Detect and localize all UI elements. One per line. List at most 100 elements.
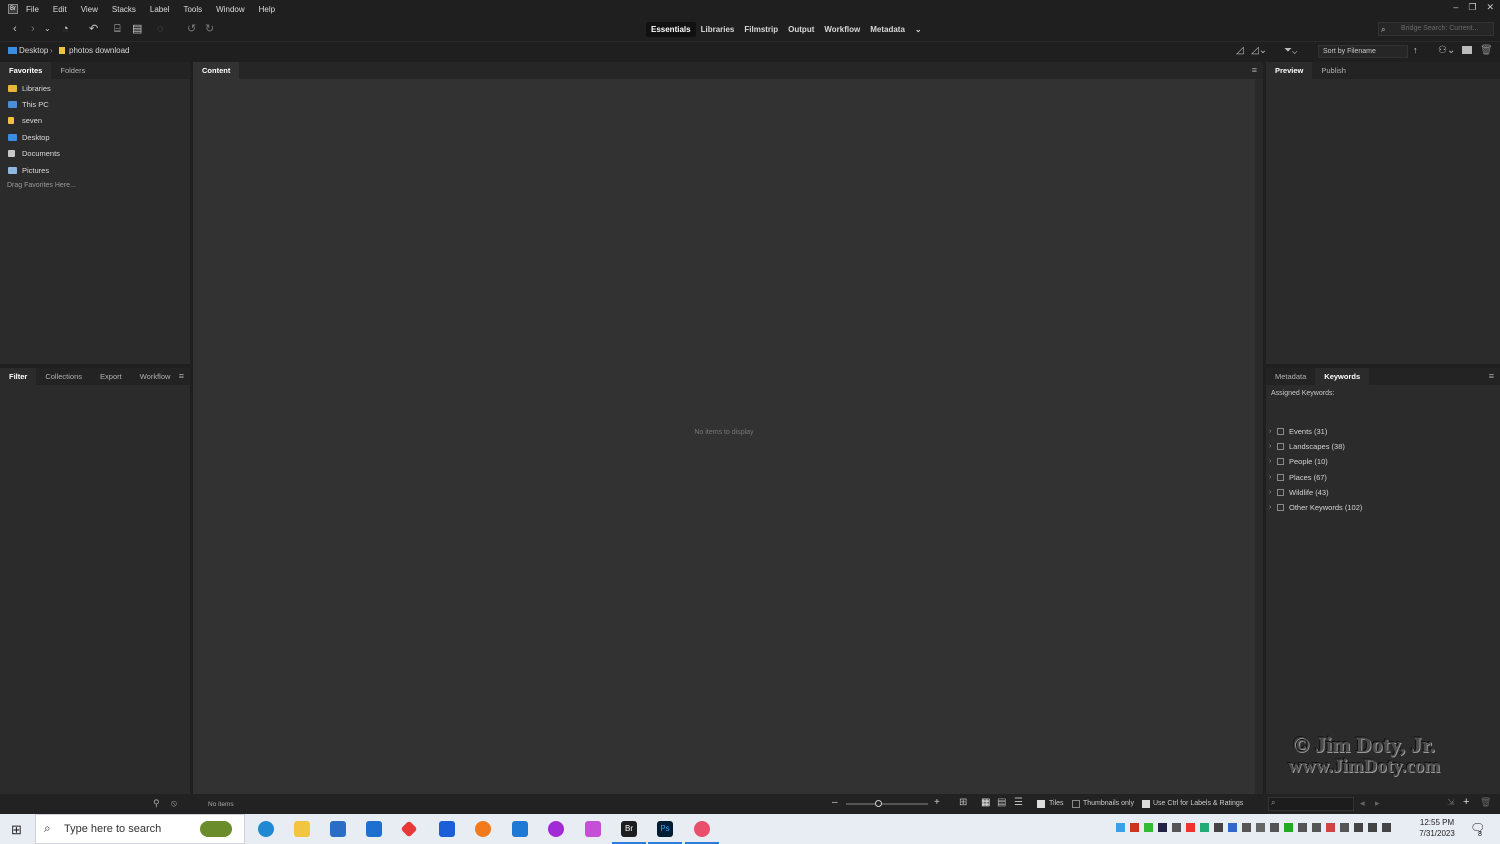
keyword-places[interactable]: › Places (67) [1266, 470, 1500, 485]
mail-icon[interactable] [366, 821, 382, 837]
close-icon[interactable]: ✕ [1486, 2, 1494, 13]
tab-filter[interactable]: Filter [0, 368, 37, 385]
taskbar-clock[interactable]: 12:55 PM 7/31/2023 [1412, 817, 1462, 839]
favorite-libraries[interactable]: Libraries [0, 80, 190, 96]
workspace-metadata[interactable]: Metadata [865, 22, 910, 37]
tray-icon[interactable] [1200, 823, 1209, 832]
tiles-checkbox[interactable] [1037, 800, 1045, 808]
slider-handle[interactable] [875, 800, 882, 807]
app-diamond-icon[interactable] [400, 820, 418, 838]
tray-icon[interactable] [1270, 823, 1279, 832]
keyword-checkbox[interactable] [1277, 488, 1284, 496]
tray-icon[interactable] [1172, 823, 1181, 832]
menu-view[interactable]: View [81, 5, 98, 14]
tab-content[interactable]: Content [193, 62, 240, 79]
tab-folders[interactable]: Folders [51, 62, 94, 79]
sort-ascending-icon[interactable]: ↑ [1413, 45, 1418, 55]
tray-icon[interactable] [1130, 823, 1139, 832]
menu-stacks[interactable]: Stacks [112, 5, 136, 14]
app-qq-icon[interactable] [548, 821, 564, 837]
tray-icon[interactable] [1340, 823, 1349, 832]
details-view-icon[interactable]: ▤ [997, 797, 1006, 808]
app-flame-icon[interactable] [694, 821, 710, 837]
tray-icon[interactable] [1312, 823, 1321, 832]
menu-label[interactable]: Label [150, 5, 170, 14]
grid-view-icon[interactable]: ⊞ [959, 797, 967, 808]
tab-collections[interactable]: Collections [36, 368, 91, 385]
workspace-workflow[interactable]: Workflow [819, 22, 865, 37]
boomerang-icon[interactable]: ↶ [89, 23, 98, 35]
delete-keyword-icon[interactable]: 🗑 [1480, 797, 1491, 808]
zoom-out-icon[interactable]: – [832, 797, 838, 808]
quality-filter-icon[interactable]: ◿⌄ [1251, 45, 1267, 56]
pin-icon[interactable]: ⚲ [153, 798, 160, 809]
tray-icon[interactable] [1186, 823, 1195, 832]
file-explorer-icon[interactable] [294, 821, 310, 837]
menu-edit[interactable]: Edit [53, 5, 67, 14]
previous-icon[interactable]: ◂ [1360, 798, 1365, 809]
menu-tools[interactable]: Tools [183, 5, 202, 14]
app-s-icon[interactable] [512, 821, 528, 837]
camera-download-icon[interactable]: ⌸ [114, 23, 121, 35]
next-icon[interactable]: ▸ [1375, 798, 1380, 809]
keyword-checkbox[interactable] [1277, 443, 1284, 451]
expand-arrow-icon[interactable]: › [1269, 428, 1277, 435]
open-in-camera-raw-icon[interactable]: ◌ [157, 23, 164, 35]
breadcrumb-desktop[interactable]: Desktop [19, 46, 48, 55]
expand-arrow-icon[interactable]: › [1269, 458, 1277, 465]
breadcrumb-photos-download[interactable]: photos download [69, 46, 130, 55]
thumbnail-size-slider[interactable] [846, 803, 928, 805]
store-icon[interactable] [330, 821, 346, 837]
expand-arrow-icon[interactable]: › [1269, 489, 1277, 496]
windows-start-icon[interactable]: ⊞ [11, 822, 22, 838]
favorite-this-pc[interactable]: This PC [0, 96, 190, 112]
rotate-right-icon[interactable]: ↻ [205, 23, 214, 35]
bluetooth-icon[interactable] [1228, 823, 1237, 832]
rating-filter-icon[interactable]: ◿ [1236, 45, 1244, 56]
tray-icon[interactable] [1382, 823, 1391, 832]
tray-icon[interactable] [1242, 823, 1251, 832]
filter-items-icon[interactable]: ⏷⌄ [1284, 45, 1297, 56]
dropbox-icon[interactable] [439, 821, 455, 837]
photoshop-icon[interactable]: Ps [657, 821, 673, 837]
keyword-landscapes[interactable]: › Landscapes (38) [1266, 439, 1500, 454]
keyword-checkbox[interactable] [1277, 458, 1284, 466]
tab-metadata[interactable]: Metadata [1266, 368, 1315, 385]
keyword-search-input[interactable] [1268, 797, 1354, 811]
tab-preview[interactable]: Preview [1266, 62, 1313, 79]
panel-menu-icon[interactable]: ≡ [1252, 65, 1257, 75]
thumbnails-only-checkbox[interactable] [1072, 800, 1080, 808]
recent-icon[interactable]: ◔ [62, 23, 69, 35]
refine-icon[interactable]: ▤ [132, 23, 142, 35]
tray-icon[interactable] [1116, 823, 1125, 832]
tray-icon[interactable] [1298, 823, 1307, 832]
tab-export[interactable]: Export [91, 368, 131, 385]
workspace-filmstrip[interactable]: Filmstrip [739, 22, 783, 37]
firefox-icon[interactable] [475, 821, 491, 837]
favorite-documents[interactable]: Documents [0, 146, 190, 162]
keyword-people[interactable]: › People (10) [1266, 454, 1500, 469]
bridge-app-icon[interactable]: Br [621, 821, 637, 837]
new-keyword-icon[interactable]: + [1463, 796, 1469, 808]
menu-window[interactable]: Window [216, 5, 244, 14]
favorite-seven[interactable]: seven [0, 113, 190, 129]
volume-icon[interactable] [1368, 823, 1377, 832]
wifi-icon[interactable] [1354, 823, 1363, 832]
bridge-search-input[interactable]: Bridge Search: Current... [1378, 22, 1494, 36]
new-sub-keyword-icon[interactable]: ⇲ [1447, 797, 1455, 808]
zoom-in-icon[interactable]: + [934, 797, 940, 808]
tray-icon[interactable] [1284, 823, 1293, 832]
tray-icon[interactable] [1326, 823, 1335, 832]
open-recent-icon[interactable]: ⚇⌄ [1438, 45, 1455, 56]
tray-icon[interactable] [1214, 823, 1223, 832]
menu-file[interactable]: File [26, 5, 39, 14]
keyword-checkbox[interactable] [1277, 473, 1284, 481]
favorite-pictures[interactable]: Pictures [0, 162, 190, 178]
menu-help[interactable]: Help [259, 5, 275, 14]
content-scrollbar[interactable] [1255, 79, 1263, 794]
onedrive-icon[interactable] [1256, 823, 1265, 832]
minimize-icon[interactable]: – [1453, 2, 1458, 13]
workspace-output[interactable]: Output [783, 22, 819, 37]
rotate-left-icon[interactable]: ↺ [187, 23, 196, 35]
ctrl-labels-checkbox[interactable] [1142, 800, 1150, 808]
